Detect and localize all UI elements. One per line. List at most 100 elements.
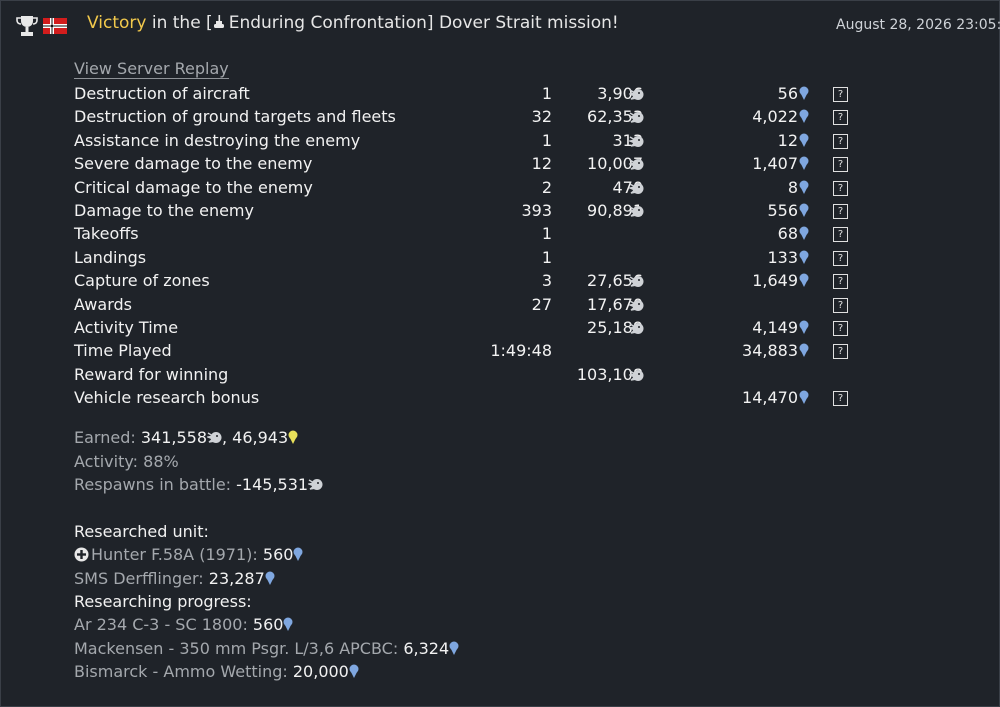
reward-label: Takeoffs [74, 224, 139, 244]
research-points-icon [799, 156, 809, 171]
reward-label: Vehicle research bonus [74, 388, 260, 408]
reward-label: Reward for winning [74, 364, 229, 384]
help-icon[interactable]: ? [833, 180, 848, 196]
reward-label: Severe damage to the enemy [74, 154, 313, 174]
help-icon[interactable]: ? [833, 391, 848, 407]
help-icon[interactable]: ? [833, 227, 848, 243]
research-points-icon [799, 133, 809, 148]
silver-lions-icon [627, 298, 644, 313]
research-points-icon [799, 226, 809, 241]
reward-research-points: 133 [767, 247, 798, 267]
silver-lions-icon [627, 87, 644, 102]
reward-label: Capture of zones [74, 271, 210, 291]
help-icon[interactable]: ? [833, 344, 848, 360]
researched-unit: SMS Derfflinger: 23,287 [74, 569, 275, 588]
reward-research-points: 4,022 [752, 107, 798, 127]
reward-label: Time Played [74, 341, 172, 361]
reward-label: Destruction of aircraft [74, 84, 250, 103]
research-points-icon [288, 430, 298, 444]
progress-heading: Researching progress: [74, 592, 252, 611]
reward-count: 3 [541, 271, 552, 291]
progress-value: 20,000 [292, 662, 349, 681]
reward-count: 32 [531, 107, 552, 127]
silver-lions-icon [627, 157, 644, 172]
view-server-replay-link[interactable]: View Server Replay [74, 60, 229, 79]
reward-row: Awards 27 17,670? [74, 295, 874, 317]
reward-count: 1 [541, 247, 552, 267]
silver-lions-icon [627, 204, 644, 219]
respawns-line: Respawns in battle: -145,531 [74, 475, 323, 494]
reward-count: 1 [541, 224, 552, 244]
activity-line: Activity: 88% [74, 452, 179, 471]
reward-label: Damage to the enemy [74, 201, 254, 220]
trophy-icon [16, 16, 38, 36]
help-icon[interactable]: ? [833, 157, 848, 173]
reward-row: Time Played 1:49:48 34,883? [74, 341, 874, 363]
earned-sl-value: 341,558 [140, 428, 207, 447]
help-icon[interactable]: ? [833, 250, 848, 266]
silver-lions-icon [308, 479, 323, 490]
progress-name: Bismarck - Ammo Wetting: [74, 662, 293, 681]
reward-row: Landings 1 133? [74, 248, 874, 270]
reward-count: 2 [541, 177, 552, 197]
help-icon[interactable]: ? [833, 274, 848, 290]
reward-research-points: 34,883 [742, 341, 798, 361]
help-icon[interactable]: ? [833, 297, 848, 313]
germany-flag-icon [43, 18, 67, 34]
reward-count: 1 [541, 84, 552, 103]
research-points-icon [799, 273, 809, 288]
message-title: Victory in the [ Enduring Confrontation] … [87, 13, 619, 33]
help-icon[interactable]: ? [833, 133, 848, 149]
reward-count: 1:49:48 [490, 341, 552, 361]
silver-lions-icon [627, 110, 644, 125]
silver-lions-icon [627, 181, 644, 196]
research-points-icon [799, 180, 809, 195]
progress-value: 560 [252, 615, 284, 634]
reward-row: Damage to the enemy 393 90,891 556? [74, 201, 874, 223]
research-points-icon [349, 664, 359, 678]
earned-rp-value: 46,943 [232, 428, 289, 447]
progress-name: Ar 234 C-3 - SC 1800: [74, 615, 253, 634]
silver-lions-icon [627, 274, 644, 289]
research-points-icon [293, 547, 303, 561]
research-points-icon [799, 390, 809, 405]
reward-research-points: 12 [777, 130, 798, 150]
progress-item: Ar 234 C-3 - SC 1800: 560 [74, 615, 293, 634]
progress-value: 6,324 [403, 639, 450, 658]
silver-lions-icon [627, 134, 644, 149]
mission-name: Enduring Confrontation] Dover Strait mis… [228, 13, 619, 33]
reward-label: Awards [74, 294, 132, 314]
help-icon[interactable]: ? [833, 110, 848, 126]
reward-research-points: 56 [777, 84, 798, 103]
reward-count: 12 [531, 154, 552, 174]
unit-value: 23,287 [208, 569, 265, 588]
research-points-icon [799, 86, 809, 101]
earned-sep: , [222, 428, 233, 447]
reward-research-points: 68 [777, 224, 798, 244]
plus-circle-icon [74, 547, 89, 562]
reward-research-points: 4,149 [752, 318, 798, 337]
reward-research-points: 14,470 [742, 388, 798, 408]
activity-label: Activity: [74, 452, 144, 471]
reward-row: Destruction of aircraft 1 3,906 56? [74, 84, 874, 106]
reward-label: Destruction of ground targets and fleets [74, 107, 396, 127]
unit-name: SMS Derfflinger: [74, 569, 209, 588]
help-icon[interactable]: ? [833, 87, 848, 102]
reward-row: Critical damage to the enemy 2 470 8? [74, 178, 874, 200]
help-icon[interactable]: ? [833, 321, 848, 336]
reward-row: Destruction of ground targets and fleets… [74, 107, 874, 129]
victory-label: Victory [87, 13, 147, 33]
research-points-icon [449, 641, 459, 655]
help-icon[interactable]: ? [833, 204, 848, 219]
progress-item: Mackensen - 350 mm Psgr. L/3,6 APCBC: 6,… [74, 639, 459, 658]
respawns-label: Respawns in battle: [74, 475, 237, 494]
researched-unit: Hunter F.58A (1971): 560 [74, 545, 303, 564]
reward-row: Activity Time 25,189 4,149? [74, 318, 874, 340]
title-mid: in the [ [146, 13, 213, 33]
reward-label: Landings [74, 247, 147, 267]
silver-lions-icon [627, 321, 644, 336]
message-timestamp: August 28, 2026 23:05:42 [836, 17, 1000, 33]
reward-research-points: 1,649 [752, 271, 798, 291]
earned-label: Earned: [74, 428, 141, 447]
activity-value: 88% [143, 452, 179, 471]
